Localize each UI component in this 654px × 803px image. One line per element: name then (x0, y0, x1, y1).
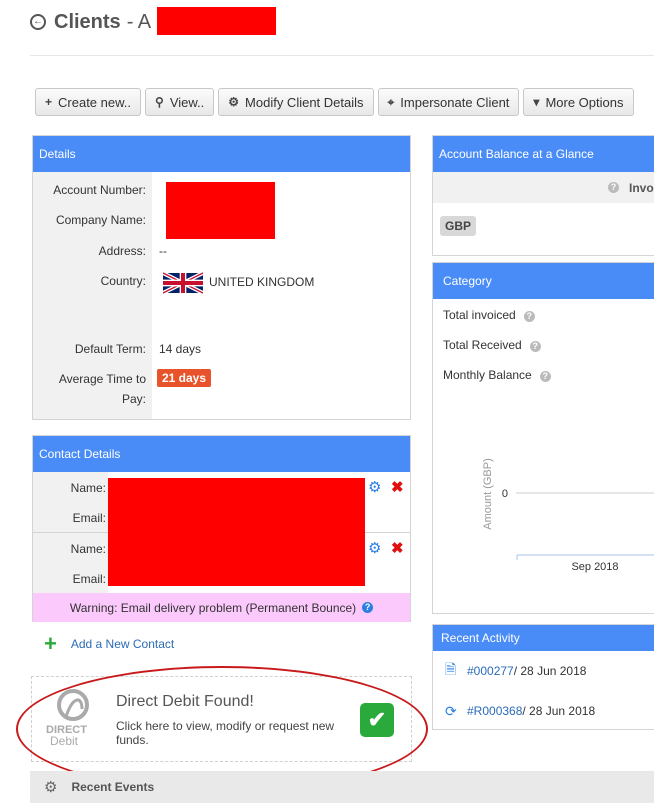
search-icon: ⚲ (155, 95, 164, 109)
default-term-label: Default Term: (74, 342, 146, 356)
delete-contact-icon[interactable]: ✖ (391, 478, 404, 496)
balance-chart: Amount (GBP) 0 Sep 2018 (482, 458, 654, 573)
delete-contact-icon[interactable]: ✖ (391, 539, 404, 557)
help-icon[interactable]: ? (529, 341, 541, 352)
help-icon[interactable]: ? (539, 371, 551, 382)
average-time-label: Average Time to (58, 372, 146, 386)
direct-debit-box[interactable]: DIRECT Debit Direct Debit Found! Click h… (31, 676, 412, 762)
currency-badge: GBP (440, 216, 477, 236)
add-contact-link[interactable]: + Add a New Contact (44, 633, 174, 655)
view-button[interactable]: ⚲ View.. (145, 88, 215, 116)
edit-contact-gear-icon[interactable]: ⚙ (368, 478, 381, 496)
monthly-balance-row: Monthly Balance? (443, 368, 551, 382)
contact-details-panel: Contact Details Name: Email: ⚙ ✖ Name: E… (32, 435, 411, 622)
invoice-column-header: Invo (629, 181, 654, 195)
direct-debit-logo: DIRECT Debit (42, 687, 104, 748)
action-toolbar: + Create new.. ⚲ View.. ⚙ Modify Client Det… (35, 88, 634, 116)
recent-activity-heading: Recent Activity (433, 625, 654, 651)
average-time-badge: 21 days (157, 369, 212, 387)
account-balance-panel: Account Balance at a Glance ? Invo GBP (432, 135, 654, 256)
impersonate-client-button[interactable]: ⌖ Impersonate Client (377, 88, 520, 116)
address-label: Address: (98, 244, 146, 258)
contact-email-label: Email: (72, 511, 106, 525)
edit-contact-gear-icon[interactable]: ⚙ (368, 539, 381, 557)
caret-down-icon: ▾ (533, 95, 540, 109)
direct-debit-description: Click here to view, modify or request ne… (116, 719, 335, 747)
default-term-value: 14 days (159, 342, 202, 356)
address-value: -- (159, 244, 167, 258)
recent-activity-panel: Recent Activity 🗎 #000277 / 28 Jun 2018 … (432, 624, 654, 730)
account-number-label: Account Number: (53, 183, 146, 197)
redacted-account-details (166, 182, 275, 239)
svg-text:Debit: Debit (50, 734, 79, 747)
modify-client-details-button[interactable]: ⚙ Modify Client Details (218, 88, 374, 116)
help-icon[interactable]: ? (362, 602, 374, 613)
average-time-label-cont: Pay: (121, 392, 146, 406)
activity-item[interactable]: 🗎 #000277 / 28 Jun 2018 (433, 651, 654, 691)
uk-flag-icon (163, 272, 203, 294)
details-heading: Details (33, 136, 410, 172)
more-options-button[interactable]: ▾ More Options (523, 88, 634, 116)
document-icon: 🗎 (445, 661, 457, 677)
activity-item[interactable]: ⟳ #R000368 / 28 Jun 2018 (433, 691, 654, 731)
total-received-row: Total Received? (443, 338, 541, 352)
total-invoiced-row: Total invoiced? (443, 308, 535, 322)
email-bounce-warning: Warning: Email delivery problem (Permane… (33, 593, 410, 622)
recent-events-bar[interactable]: ⚙ Recent Events (30, 771, 654, 803)
y-tick-label: 0 (502, 488, 508, 500)
contact-name-label: Name: (70, 481, 106, 495)
y-axis-label: Amount (GBP) (482, 458, 494, 530)
redacted-client-name (157, 7, 276, 35)
account-balance-heading: Account Balance at a Glance (433, 136, 654, 172)
help-icon[interactable]: ? (523, 311, 535, 322)
category-heading: Category (433, 263, 654, 299)
header-divider (30, 55, 654, 56)
refresh-icon: ⟳ (445, 702, 457, 719)
create-new-button[interactable]: + Create new.. (35, 88, 142, 116)
contact-details-heading: Contact Details (33, 436, 410, 472)
check-icon: ✔ (360, 703, 394, 737)
direct-debit-title: Direct Debit Found! (116, 693, 254, 710)
back-arrow-icon[interactable]: ← (30, 14, 46, 30)
page-title: Clients (54, 10, 121, 33)
help-icon[interactable]: ? (608, 182, 619, 193)
plus-icon: + (44, 631, 57, 656)
page-header: ← Clients - A (30, 8, 151, 36)
country-value: UNITED KINGDOM (163, 272, 314, 294)
crosshair-icon: ⌖ (387, 94, 395, 109)
x-tick-label: Sep 2018 (571, 561, 618, 573)
details-panel: Details Account Number: Company Name: Ad… (32, 135, 411, 420)
account-balance-subheader: ? Invo (433, 172, 654, 203)
contact-name-label: Name: (70, 542, 106, 556)
country-label: Country: (100, 274, 146, 288)
redacted-contact-info (108, 478, 365, 586)
plus-icon: + (45, 95, 53, 109)
gear-icon: ⚙ (228, 95, 240, 109)
page-title-suffix: - A (126, 10, 152, 33)
gear-icon: ⚙ (44, 779, 58, 796)
contact-email-label: Email: (72, 572, 106, 586)
company-name-label: Company Name: (55, 213, 146, 227)
